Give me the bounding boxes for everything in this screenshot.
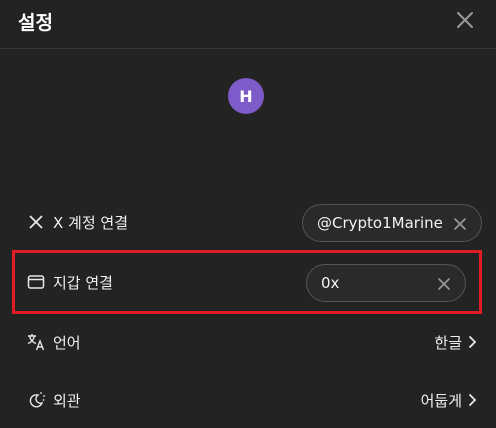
wallet-row: 지갑 연결 0x (16, 258, 482, 306)
wallet-label: 지갑 연결 (53, 274, 113, 292)
language-label: 언어 (53, 334, 81, 352)
clear-x-account-icon[interactable] (453, 216, 467, 230)
language-row[interactable]: 언어 한글 (16, 318, 482, 366)
wallet-field[interactable]: 0x (306, 264, 466, 302)
header-divider (0, 48, 496, 49)
x-account-value: @Crypto1Marine (317, 214, 443, 232)
settings-header: 설정 (0, 0, 496, 48)
settings-panel: 설정 H X 계정 연결 @Crypto1Marine 지갑 연결 0x 언어 … (0, 0, 496, 428)
x-account-row: X 계정 연결 @Crypto1Marine (16, 198, 482, 246)
wallet-value: 0x (321, 274, 340, 292)
close-icon[interactable] (453, 8, 477, 32)
avatar[interactable]: H (228, 78, 264, 114)
appearance-row[interactable]: 외관 어둡게 (16, 376, 482, 424)
translate-icon (26, 332, 46, 352)
page-title: 설정 (18, 12, 53, 34)
chevron-right-icon (466, 392, 480, 408)
theme-icon (26, 390, 46, 410)
x-logo-icon (26, 212, 46, 232)
appearance-value: 어둡게 (420, 392, 462, 410)
wallet-icon (26, 272, 46, 292)
language-value: 한글 (434, 334, 462, 352)
x-account-field[interactable]: @Crypto1Marine (302, 204, 482, 242)
x-account-label: X 계정 연결 (53, 214, 129, 232)
clear-wallet-icon[interactable] (437, 276, 451, 290)
chevron-right-icon (466, 334, 480, 350)
appearance-label: 외관 (53, 392, 81, 410)
